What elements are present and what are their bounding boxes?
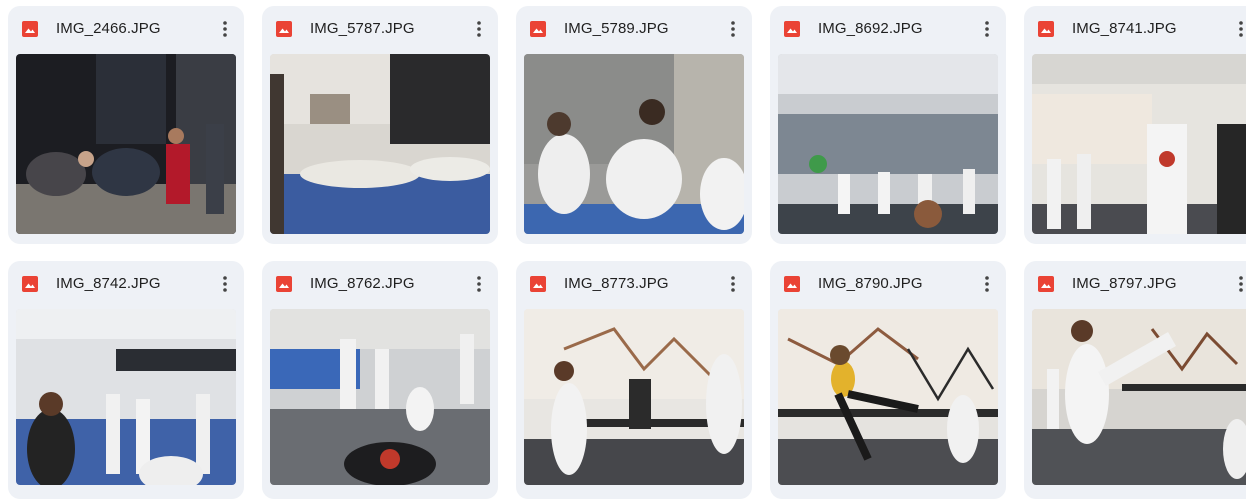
file-card[interactable]: IMG_5787.JPG	[262, 6, 498, 244]
file-card-header: IMG_8741.JPG	[1024, 6, 1246, 52]
file-card-header: IMG_8790.JPG	[770, 261, 1006, 307]
file-card[interactable]: IMG_8797.JPG	[1024, 261, 1246, 499]
image-icon	[22, 21, 38, 37]
file-card-header: IMG_8762.JPG	[262, 261, 498, 307]
image-icon	[1038, 21, 1054, 37]
image-thumbnail[interactable]	[1032, 54, 1246, 234]
image-thumbnail[interactable]	[270, 309, 490, 485]
image-thumbnail[interactable]	[16, 54, 236, 234]
file-name: IMG_2466.JPG	[56, 20, 161, 37]
file-card[interactable]: IMG_8692.JPG	[770, 6, 1006, 244]
more-vert-icon[interactable]	[1228, 271, 1246, 297]
file-grid: IMG_2466.JPG IMG_5787.JPG IMG_5789.JPG I…	[0, 0, 1246, 499]
image-icon	[530, 276, 546, 292]
file-card[interactable]: IMG_8742.JPG	[8, 261, 244, 499]
file-name: IMG_8742.JPG	[56, 275, 161, 292]
file-card[interactable]: IMG_2466.JPG	[8, 6, 244, 244]
file-card[interactable]: IMG_5789.JPG	[516, 6, 752, 244]
image-icon	[22, 276, 38, 292]
image-thumbnail[interactable]	[16, 309, 236, 485]
file-card-header: IMG_8773.JPG	[516, 261, 752, 307]
image-icon	[276, 276, 292, 292]
image-icon	[784, 276, 800, 292]
file-card-header: IMG_5789.JPG	[516, 6, 752, 52]
file-card-header: IMG_8742.JPG	[8, 261, 244, 307]
file-name: IMG_5787.JPG	[310, 20, 415, 37]
file-name: IMG_8797.JPG	[1072, 275, 1177, 292]
file-name: IMG_5789.JPG	[564, 20, 669, 37]
image-thumbnail[interactable]	[1032, 309, 1246, 485]
file-name: IMG_8790.JPG	[818, 275, 923, 292]
image-thumbnail[interactable]	[524, 309, 744, 485]
file-card-header: IMG_8692.JPG	[770, 6, 1006, 52]
file-card-header: IMG_8797.JPG	[1024, 261, 1246, 307]
more-vert-icon[interactable]	[212, 271, 238, 297]
file-name: IMG_8741.JPG	[1072, 20, 1177, 37]
image-thumbnail[interactable]	[778, 54, 998, 234]
image-icon	[530, 21, 546, 37]
image-thumbnail[interactable]	[524, 54, 744, 234]
image-icon	[784, 21, 800, 37]
file-card-header: IMG_5787.JPG	[262, 6, 498, 52]
image-thumbnail[interactable]	[778, 309, 998, 485]
file-card[interactable]: IMG_8741.JPG	[1024, 6, 1246, 244]
image-icon	[276, 21, 292, 37]
more-vert-icon[interactable]	[212, 16, 238, 42]
file-name: IMG_8692.JPG	[818, 20, 923, 37]
more-vert-icon[interactable]	[1228, 16, 1246, 42]
file-card[interactable]: IMG_8773.JPG	[516, 261, 752, 499]
image-icon	[1038, 276, 1054, 292]
more-vert-icon[interactable]	[974, 16, 1000, 42]
more-vert-icon[interactable]	[466, 271, 492, 297]
more-vert-icon[interactable]	[720, 16, 746, 42]
image-thumbnail[interactable]	[270, 54, 490, 234]
file-card-header: IMG_2466.JPG	[8, 6, 244, 52]
more-vert-icon[interactable]	[974, 271, 1000, 297]
file-card[interactable]: IMG_8790.JPG	[770, 261, 1006, 499]
file-name: IMG_8762.JPG	[310, 275, 415, 292]
more-vert-icon[interactable]	[720, 271, 746, 297]
file-card[interactable]: IMG_8762.JPG	[262, 261, 498, 499]
file-name: IMG_8773.JPG	[564, 275, 669, 292]
more-vert-icon[interactable]	[466, 16, 492, 42]
